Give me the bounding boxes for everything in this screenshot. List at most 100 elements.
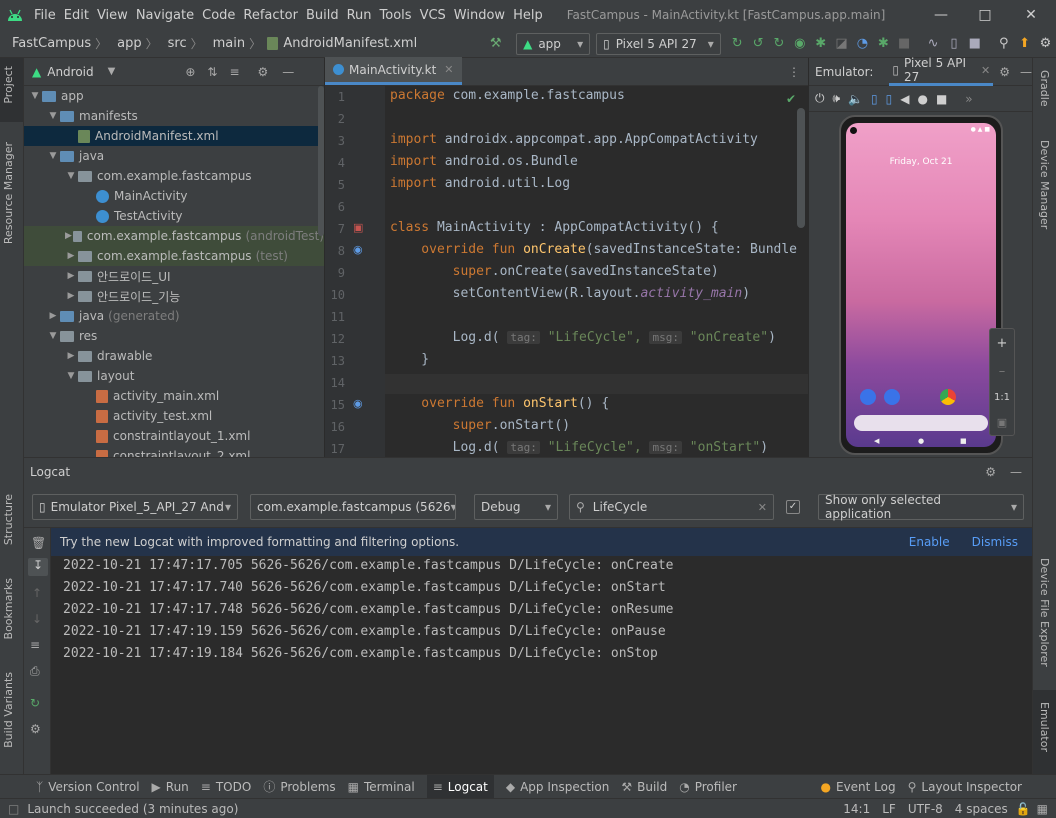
print-icon[interactable]: ⎙: [30, 664, 40, 679]
locate-file-icon[interactable]: ⊕: [185, 65, 195, 79]
code-area[interactable]: package com.example.fastcampus import and…: [325, 86, 808, 457]
maximize-button[interactable]: □: [962, 0, 1008, 30]
chevron-down-icon[interactable]: ▼: [46, 111, 60, 121]
tool-tab-emulator[interactable]: Emulator: [1038, 702, 1051, 752]
collapse-all-icon[interactable]: ≡: [229, 65, 239, 79]
chrome-app-icon[interactable]: [940, 389, 956, 405]
tool-tab-device-file-explorer[interactable]: Device File Explorer: [1038, 558, 1051, 667]
indent-setting[interactable]: 4 spaces: [955, 802, 1008, 816]
breadcrumb-module[interactable]: app: [117, 36, 141, 51]
menu-view[interactable]: View: [97, 8, 128, 23]
menu-help[interactable]: Help: [513, 8, 543, 23]
menu-refactor[interactable]: Refactor: [243, 8, 298, 23]
tree-node[interactable]: ▶ java (generated): [24, 306, 324, 326]
chevron-right-icon[interactable]: ▶: [64, 231, 73, 241]
tree-node[interactable]: TestActivity: [24, 206, 324, 226]
stop-icon[interactable]: ■: [896, 35, 913, 53]
logcat-filter-select[interactable]: Show only selected application ▾: [818, 493, 1024, 521]
close-window-button[interactable]: ✕: [1008, 0, 1054, 30]
messages-app-icon[interactable]: [884, 389, 900, 405]
tool-todo[interactable]: ≡ TODO: [201, 780, 252, 794]
tool-tab-structure[interactable]: Structure: [2, 494, 15, 545]
tree-node[interactable]: ▼ java: [24, 146, 324, 166]
rotate-left-icon[interactable]: ▯: [871, 92, 878, 106]
menu-tools[interactable]: Tools: [380, 8, 412, 23]
editor-tab-mainactivity[interactable]: MainActivity.kt ✕: [325, 57, 462, 85]
tree-node[interactable]: activity_main.xml: [24, 386, 324, 406]
more-tabs-icon[interactable]: ⋮: [788, 65, 800, 79]
tree-node[interactable]: ▶ drawable: [24, 346, 324, 366]
tool-build[interactable]: ⚒ Build: [621, 780, 667, 794]
menu-build[interactable]: Build: [306, 8, 339, 23]
status-panel-icon[interactable]: □: [8, 802, 19, 816]
tree-node[interactable]: ▶ 안드로이드_기능: [24, 286, 324, 306]
menu-window[interactable]: Window: [454, 8, 505, 23]
chevron-down-icon[interactable]: ▼: [46, 151, 60, 161]
tree-node[interactable]: ▶ com.example.fastcampus (test): [24, 246, 324, 266]
expand-all-icon[interactable]: ⇅: [207, 65, 217, 79]
minimize-button[interactable]: —: [918, 0, 964, 30]
hide-panel-icon[interactable]: —: [1010, 465, 1022, 479]
tree-node[interactable]: ▼ manifests: [24, 106, 324, 126]
gear-icon[interactable]: ⚙: [985, 465, 996, 479]
soft-wrap-icon[interactable]: ≡: [30, 638, 40, 652]
tree-node[interactable]: ▶ com.example.fastcampus (androidTest): [24, 226, 324, 246]
tool-event-log[interactable]: ● Event Log: [821, 780, 896, 794]
tool-app-inspection[interactable]: ◆ App Inspection: [506, 780, 609, 794]
menu-edit[interactable]: Edit: [64, 8, 89, 23]
gear-icon[interactable]: ⚙: [258, 65, 269, 79]
restart-icon[interactable]: ↻: [30, 696, 40, 710]
menu-code[interactable]: Code: [202, 8, 235, 23]
project-view-select[interactable]: Android: [47, 65, 93, 79]
scroll-to-end-icon[interactable]: ↧: [28, 558, 48, 576]
hammer-build-icon[interactable]: ⚒: [487, 35, 504, 53]
tool-tab-project[interactable]: Project: [2, 66, 15, 104]
editor-scrollbar[interactable]: [797, 108, 805, 228]
tool-tab-gradle[interactable]: Gradle: [1038, 70, 1051, 107]
breadcrumb-project[interactable]: FastCampus: [12, 36, 91, 51]
file-encoding[interactable]: UTF-8: [908, 802, 943, 816]
zoom-fit-icon[interactable]: ▣: [997, 416, 1007, 429]
emulator-screen[interactable]: ● ▲ ■ Friday, Oct 21 ◀ ● ■: [846, 123, 996, 447]
menu-navigate[interactable]: Navigate: [136, 8, 194, 23]
tree-node[interactable]: ▼ app: [24, 86, 324, 106]
tree-node[interactable]: ▼ res: [24, 326, 324, 346]
tool-run[interactable]: ▶ Run: [152, 780, 189, 794]
zoom-in-icon[interactable]: +: [997, 336, 1008, 351]
nav-home-icon[interactable]: ●: [918, 437, 924, 445]
power-icon[interactable]: ⏻: [815, 91, 825, 106]
close-tab-icon[interactable]: ✕: [981, 64, 990, 77]
tree-node[interactable]: AndroidManifest.xml: [24, 126, 324, 146]
hide-panel-icon[interactable]: —: [282, 65, 294, 79]
update-icon[interactable]: ⬆: [1016, 35, 1033, 53]
up-stack-icon[interactable]: ↑: [32, 586, 42, 600]
line-separator[interactable]: LF: [882, 802, 896, 816]
tool-profiler[interactable]: ◔ Profiler: [679, 780, 737, 794]
breadcrumb-file[interactable]: AndroidManifest.xml: [283, 36, 417, 51]
tool-layout-inspector[interactable]: ⚲ Layout Inspector: [908, 780, 1022, 794]
bug-icon[interactable]: ✱: [812, 35, 829, 53]
sdk-manager-icon[interactable]: ■: [966, 35, 983, 53]
close-tab-icon[interactable]: ✕: [444, 63, 453, 76]
tool-terminal[interactable]: ▦ Terminal: [348, 780, 415, 794]
caret-position[interactable]: 14:1: [843, 802, 870, 816]
enable-link[interactable]: Enable: [909, 535, 950, 549]
overview-icon[interactable]: ■: [936, 92, 947, 106]
chevron-right-icon[interactable]: ▶: [64, 351, 78, 361]
memory-indicator-icon[interactable]: ▦: [1037, 802, 1048, 816]
device-select[interactable]: ▯ Pixel 5 API 27 ▾: [596, 32, 721, 55]
apply-changes-icon[interactable]: ↻: [729, 35, 746, 53]
logcat-process-select[interactable]: com.example.fastcampus (5626 ▾: [250, 494, 456, 520]
breadcrumb-main[interactable]: main: [213, 36, 245, 51]
chevron-down-icon[interactable]: ▼: [28, 91, 42, 101]
gear-icon[interactable]: ⚙: [999, 65, 1010, 79]
logcat-search-input[interactable]: ⚲ LifeCycle ✕: [569, 494, 774, 520]
sync-gradle-icon[interactable]: ∿: [925, 35, 942, 53]
tree-node[interactable]: MainActivity: [24, 186, 324, 206]
lock-icon[interactable]: 🔓: [1016, 802, 1031, 816]
gear-icon[interactable]: ⚙: [30, 722, 41, 736]
tool-tab-resource-manager[interactable]: Resource Manager: [2, 142, 15, 244]
dismiss-link[interactable]: Dismiss: [972, 535, 1018, 549]
menu-run[interactable]: Run: [347, 8, 372, 23]
debug-icon[interactable]: ◉: [791, 35, 808, 53]
